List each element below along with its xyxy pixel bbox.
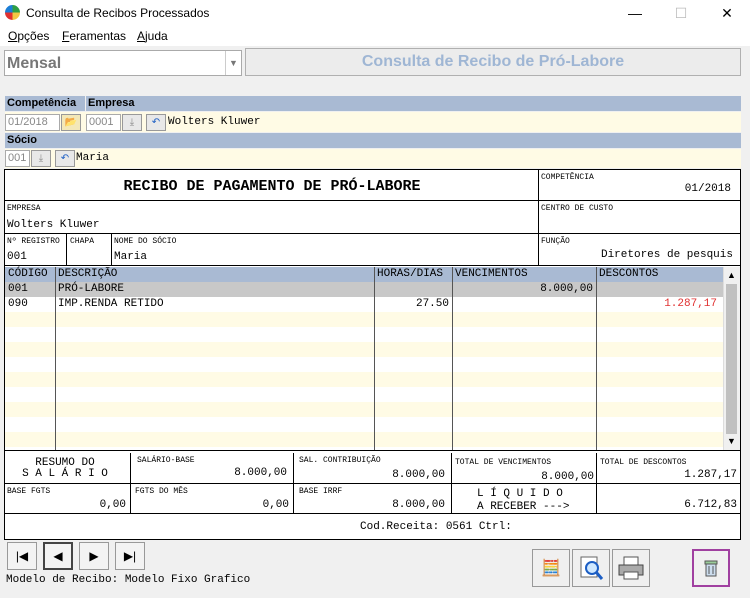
liquido-line1: L Í Q U I D O	[477, 488, 563, 500]
chapa-label: CHAPA	[70, 237, 95, 246]
base-irrf-value: 8.000,00	[392, 499, 445, 511]
row2-codigo[interactable]: 090	[8, 297, 28, 312]
socio-label: Sócio	[5, 133, 741, 148]
row1-vencimentos[interactable]: 8.000,00	[453, 282, 593, 297]
undo-icon[interactable]: ↶	[146, 114, 166, 131]
empresa-cell-value: Wolters Kluwer	[7, 219, 100, 231]
total-desc-value: 1.287,17	[684, 469, 737, 481]
menu-ajuda[interactable]: Ajuda	[137, 29, 168, 43]
prev-record-button[interactable]: ◀	[43, 542, 73, 570]
scroll-up-icon[interactable]: ▲	[724, 268, 739, 283]
col-divider	[596, 267, 597, 450]
salario-base-value: 8.000,00	[234, 467, 287, 479]
last-record-button[interactable]: ▶|	[115, 542, 145, 570]
nome-socio-value: Maria	[114, 251, 148, 263]
trash-icon	[704, 560, 718, 577]
funcao-label: FUNÇÃO	[541, 237, 570, 246]
col-vencimentos: VENCIMENTOS	[455, 267, 528, 282]
folder-icon[interactable]: 📂	[61, 114, 81, 131]
col-descontos: DESCONTOS	[599, 267, 659, 282]
chevron-down-icon[interactable]: ▼	[225, 51, 241, 75]
competencia-label: Competência	[5, 96, 85, 111]
socio-code-field[interactable]: 001	[5, 150, 30, 167]
page-banner: Consulta de Recibo de Pró-Labore	[245, 48, 741, 76]
window-title: Consulta de Recibos Processados	[26, 6, 210, 20]
socio-name: Maria	[76, 152, 110, 164]
preview-button[interactable]	[572, 549, 610, 587]
competencia-field[interactable]: 01/2018	[5, 114, 60, 131]
menu-ferramentas[interactable]: Feramentas	[62, 29, 126, 43]
app-icon	[5, 5, 20, 20]
empresa-code-field[interactable]: 0001	[86, 114, 121, 131]
fgts-mes-value: 0,00	[262, 499, 289, 511]
base-irrf-label: BASE IRRF	[299, 487, 343, 496]
empresa-name: Wolters Kluwer	[168, 116, 261, 128]
maximize-button[interactable]: ☐	[658, 0, 704, 26]
status-text: Modelo de Recibo: Modelo Fixo Grafico	[6, 574, 251, 586]
receipt-footer: Cod.Receita: 0561 Ctrl:	[360, 521, 512, 533]
printer-icon	[618, 556, 644, 580]
competencia-cell-value: 01/2018	[684, 183, 731, 195]
registro-label: Nº REGISTRO	[7, 237, 60, 246]
nome-socio-label: NOME DO SÓCIO	[114, 237, 177, 246]
download-icon[interactable]: ⤓	[122, 114, 142, 131]
close-button[interactable]: ✕	[704, 0, 750, 26]
empresa-cell-label: EMPRESA	[7, 204, 41, 213]
centro-custo-label: CENTRO DE CUSTO	[541, 204, 614, 213]
scroll-down-icon[interactable]: ▼	[724, 434, 739, 449]
minimize-button[interactable]: —	[612, 0, 658, 26]
calculator-button[interactable]: 🧮	[532, 549, 570, 587]
resumo-line2: S A L Á R I O	[22, 468, 108, 480]
sal-contrib-value: 8.000,00	[392, 469, 445, 481]
funcao-value: Diretores de pesquis	[600, 249, 733, 261]
col-horas: HORAS/DIAS	[377, 267, 444, 282]
col-divider	[374, 267, 375, 450]
grid-bottom-line	[5, 450, 740, 451]
print-button[interactable]	[612, 549, 650, 587]
row2-horas[interactable]: 27.50	[375, 297, 449, 312]
competencia-cell-label: COMPETÊNCIA	[541, 173, 594, 182]
calculator-icon: 🧮	[541, 560, 561, 577]
delete-button[interactable]	[692, 549, 730, 587]
next-record-button[interactable]: ▶	[79, 542, 109, 570]
download-icon[interactable]: ⤓	[31, 150, 51, 167]
col-divider	[55, 267, 56, 450]
liquido-value: 6.712,83	[684, 499, 737, 511]
row2-descontos[interactable]: 1.287,17	[597, 297, 717, 312]
row2-descricao[interactable]: IMP.RENDA RETIDO	[58, 297, 164, 312]
base-fgts-value: 0,00	[99, 499, 126, 511]
scroll-thumb[interactable]	[726, 284, 737, 434]
undo-icon[interactable]: ↶	[55, 150, 75, 167]
liquido-line2: A RECEBER --->	[477, 501, 570, 513]
receipt-title: RECIBO DE PAGAMENTO DE PRÓ-LABORE	[123, 178, 421, 195]
fgts-mes-label: FGTS DO MÊS	[135, 487, 188, 496]
col-descricao: DESCRIÇÃO	[58, 267, 118, 282]
first-record-button[interactable]: |◀	[7, 542, 37, 570]
registro-value: 001	[7, 251, 27, 263]
total-venc-value: 8.000,00	[541, 471, 594, 483]
col-codigo: CÓDIGO	[8, 267, 48, 282]
total-desc-label: TOTAL DE DESCONTOS	[600, 458, 687, 467]
sal-contrib-label: SAL. CONTRIBUIÇÃO	[299, 456, 381, 465]
salario-base-label: SALÁRIO-BASE	[137, 456, 195, 465]
base-fgts-label: BASE FGTS	[7, 487, 51, 496]
total-venc-label: TOTAL DE VENCIMENTOS	[455, 458, 552, 467]
magnifier-icon	[580, 556, 604, 580]
filter-row-socio	[5, 149, 741, 168]
row1-descricao[interactable]: PRÓ-LABORE	[58, 282, 124, 297]
row1-codigo[interactable]: 001	[8, 282, 28, 297]
period-select-value: Mensal	[7, 55, 62, 72]
menu-opcoes[interactable]: Opções	[8, 29, 49, 43]
empresa-label: Empresa	[86, 96, 741, 111]
